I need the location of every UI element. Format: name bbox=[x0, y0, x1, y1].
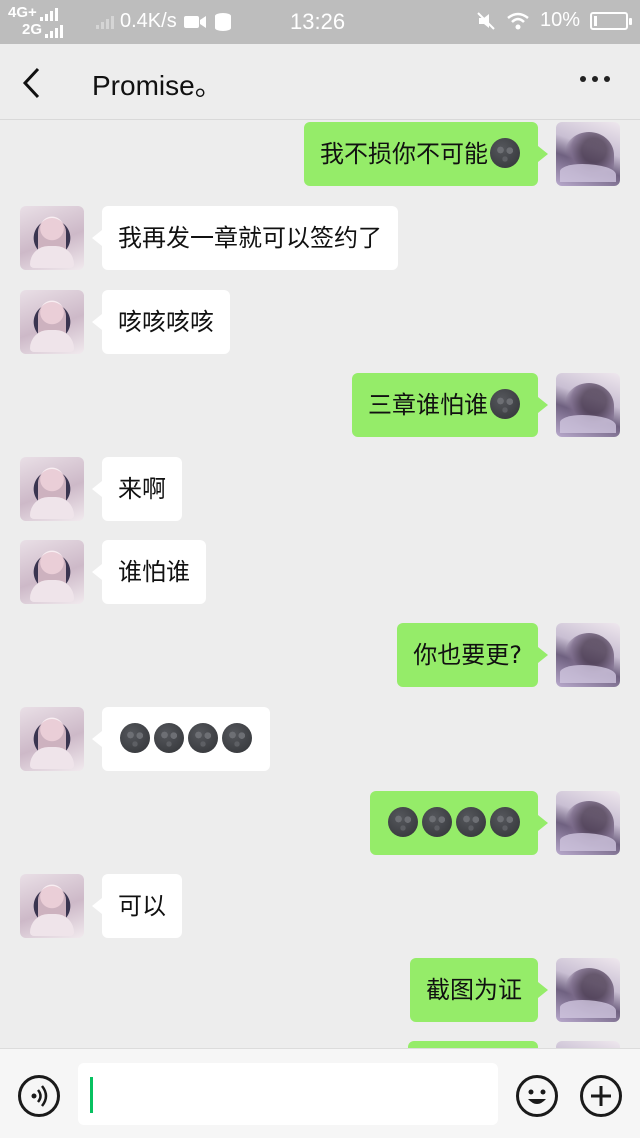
message-text: 咳咳咳咳 bbox=[118, 308, 214, 336]
sent-message: 你也要更? bbox=[0, 623, 640, 689]
received-message: 我再发一章就可以签约了 bbox=[0, 206, 640, 272]
text-caret bbox=[90, 1077, 93, 1113]
chat-title: Promise。 bbox=[92, 70, 223, 101]
message-bubble[interactable] bbox=[92, 707, 270, 771]
message-bubble[interactable]: 我再发一章就可以签约了 bbox=[92, 206, 398, 270]
new-moon-emoji-icon bbox=[490, 389, 520, 419]
more-dots-icon bbox=[580, 76, 586, 82]
speed-text: 0.4K/s bbox=[120, 10, 177, 32]
emoji-icon bbox=[528, 1089, 546, 1104]
my-avatar[interactable] bbox=[556, 1041, 620, 1048]
signal-empty-icon bbox=[96, 15, 114, 29]
message-bubble[interactable]: 来啊 bbox=[92, 457, 182, 521]
voice-button[interactable] bbox=[18, 1075, 60, 1117]
battery-icon bbox=[590, 11, 632, 30]
message-text: 三章谁怕谁 bbox=[368, 391, 488, 419]
wifi-icon bbox=[507, 12, 529, 29]
message-list[interactable]: 我不损你不可能我再发一章就可以签约了 咳咳咳咳三章谁怕谁来啊谁怕谁你也要更? 可以截… bbox=[0, 120, 640, 1048]
message-bubble[interactable] bbox=[370, 791, 548, 855]
voice-icon bbox=[31, 1085, 48, 1107]
new-moon-emoji-icon bbox=[222, 723, 252, 753]
message-bubble[interactable]: 三章谁怕谁 bbox=[352, 373, 548, 437]
contact-avatar[interactable] bbox=[20, 206, 84, 270]
new-moon-emoji-icon bbox=[154, 723, 184, 753]
message-bubble[interactable] bbox=[408, 1041, 538, 1048]
contact-avatar[interactable] bbox=[20, 290, 84, 354]
message-text: 可以 bbox=[118, 892, 166, 920]
storage-icon bbox=[214, 12, 231, 31]
network-type-bottom: 2G bbox=[22, 21, 43, 38]
message-bubble[interactable]: 谁怕谁 bbox=[92, 540, 206, 604]
received-message: 谁怕谁 bbox=[0, 540, 640, 606]
my-avatar[interactable] bbox=[556, 958, 620, 1022]
sent-message bbox=[0, 791, 640, 857]
contact-avatar[interactable] bbox=[20, 707, 84, 771]
chevron-left-icon bbox=[22, 67, 40, 99]
message-text: 我不损你不可能 bbox=[320, 140, 488, 168]
status-bar: 4G+ 2G 0.4K/s 13:26 10% bbox=[0, 0, 640, 44]
new-moon-emoji-icon bbox=[120, 723, 150, 753]
sent-message: 三章谁怕谁 bbox=[0, 373, 640, 439]
my-avatar[interactable] bbox=[556, 373, 620, 437]
my-avatar[interactable] bbox=[556, 122, 620, 186]
back-button[interactable] bbox=[18, 66, 48, 100]
battery-percent: 10% bbox=[539, 9, 580, 31]
message-text: 我再发一章就可以签约了 bbox=[118, 224, 382, 252]
chat-header: Promise。 bbox=[0, 44, 640, 120]
message-bubble[interactable]: 你也要更? bbox=[397, 623, 548, 687]
contact-avatar[interactable] bbox=[20, 457, 84, 521]
plus-icon bbox=[591, 1086, 611, 1106]
message-input[interactable] bbox=[78, 1063, 498, 1125]
received-message: 可以 bbox=[0, 874, 640, 940]
received-message: 来啊 bbox=[0, 457, 640, 523]
contact-avatar[interactable] bbox=[20, 874, 84, 938]
status-right: 10% bbox=[476, 9, 632, 32]
my-avatar[interactable] bbox=[556, 623, 620, 687]
emoji-button[interactable] bbox=[516, 1075, 558, 1117]
network-indicator: 4G+ 2G bbox=[8, 4, 64, 38]
received-message: 咳咳咳咳 bbox=[0, 290, 640, 356]
new-moon-emoji-icon bbox=[490, 138, 520, 168]
network-speed: 0.4K/s bbox=[96, 10, 233, 33]
new-moon-emoji-icon bbox=[422, 807, 452, 837]
new-moon-emoji-icon bbox=[388, 807, 418, 837]
message-text: 你也要更? bbox=[413, 641, 522, 669]
message-bubble[interactable]: 可以 bbox=[92, 874, 182, 938]
mute-icon bbox=[477, 11, 495, 30]
signal-strength-icon bbox=[39, 7, 58, 21]
signal-strength-icon-2 bbox=[45, 24, 64, 38]
sent-message bbox=[0, 1041, 640, 1048]
more-button[interactable] bbox=[580, 76, 610, 82]
message-text: 来啊 bbox=[118, 475, 166, 503]
message-bubble[interactable]: 截图为证 bbox=[410, 958, 548, 1022]
more-functions-button[interactable] bbox=[580, 1075, 622, 1117]
new-moon-emoji-icon bbox=[188, 723, 218, 753]
sent-message: 截图为证 bbox=[0, 958, 640, 1024]
message-text: 截图为证 bbox=[426, 976, 522, 1004]
new-moon-emoji-icon bbox=[456, 807, 486, 837]
input-bar bbox=[0, 1048, 640, 1138]
message-bubble[interactable]: 咳咳咳咳 bbox=[92, 290, 230, 354]
message-bubble[interactable]: 我不损你不可能 bbox=[304, 122, 548, 186]
clock: 13:26 bbox=[290, 9, 346, 34]
message-text: 谁怕谁 bbox=[118, 558, 190, 586]
network-type-top: 4G+ bbox=[8, 4, 37, 21]
video-icon bbox=[183, 15, 206, 28]
new-moon-emoji-icon bbox=[490, 807, 520, 837]
sent-message: 我不损你不可能 bbox=[0, 122, 640, 188]
contact-avatar[interactable] bbox=[20, 540, 84, 604]
received-message bbox=[0, 707, 640, 773]
my-avatar[interactable] bbox=[556, 791, 620, 855]
